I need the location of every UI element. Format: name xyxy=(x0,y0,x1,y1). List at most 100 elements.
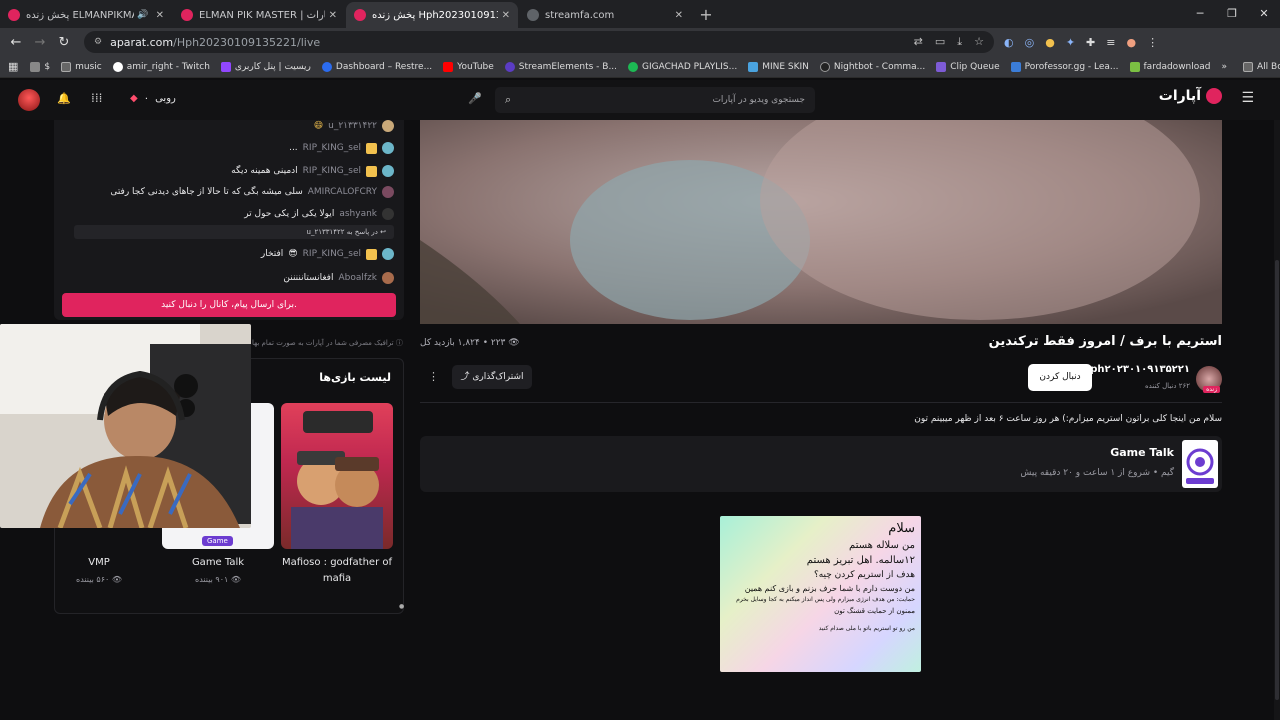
bookmark-item[interactable]: Nightbot - Comma... xyxy=(819,61,925,72)
microphone-icon[interactable]: 🎤 xyxy=(468,92,482,105)
bookmark-item[interactable]: GIGACHAD PLAYLIS... xyxy=(628,61,737,72)
url-input[interactable]: ⚙ aparat.com/Hph20230109135221/live ⇄ ▭ … xyxy=(84,31,994,53)
aparat-logo[interactable]: آپارات xyxy=(1159,88,1222,104)
apps-grid-icon[interactable]: ⁞⁞⁞ xyxy=(91,91,102,105)
live-badge: زنده xyxy=(1203,386,1220,393)
bookmark-item[interactable]: ریسیت | پنل کاربری xyxy=(220,61,311,72)
more-options-icon[interactable]: ⋮ xyxy=(428,370,439,383)
close-tab-icon[interactable]: ✕ xyxy=(502,10,510,21)
all-bookmarks-folder[interactable]: All Bookmarks xyxy=(1243,61,1280,72)
user-avatar xyxy=(382,208,394,220)
bookmark-item[interactable]: StreamElements - B... xyxy=(504,61,617,72)
search-icon[interactable]: ⌕ xyxy=(505,93,511,107)
aparat-header: 🔔 ⁞⁞⁞ ◆ ۰ روبی 🎤 ⌕ جستجوی ویدیو در آپارا… xyxy=(0,80,1280,120)
games-list-title: لیست بازی‌ها xyxy=(319,371,391,384)
bookmark-folder[interactable]: music xyxy=(61,61,102,72)
user-avatar xyxy=(382,142,394,154)
bookmark-item[interactable]: Porofessor.gg - Lea... xyxy=(1010,61,1119,72)
tab-elmanpikmaster-channel[interactable]: ELMAN PIK MASTER | آپارات ✕ xyxy=(173,2,345,28)
cast-icon[interactable]: ▭ xyxy=(935,35,945,49)
back-icon[interactable]: ← xyxy=(4,35,28,50)
notification-bell-icon[interactable]: 🔔 xyxy=(57,92,71,105)
download-icon[interactable]: ⤓ xyxy=(957,35,962,49)
category-name[interactable]: Game Talk xyxy=(1110,446,1174,459)
subscriber-badge-icon xyxy=(366,142,377,154)
extension-icon[interactable]: ● xyxy=(1045,36,1055,49)
extensions-puzzle-icon[interactable]: ✚ xyxy=(1086,36,1095,49)
tab-elmanpikmaster-live[interactable]: پخش زنده ELMANPIKMASTER 🔊 ✕ xyxy=(0,2,172,28)
close-window-icon[interactable]: ✕ xyxy=(1248,0,1280,28)
note-line: سلام xyxy=(888,521,915,536)
bookmark-star-icon[interactable]: ☆ xyxy=(974,35,984,49)
user-avatar xyxy=(382,248,394,260)
emoji-icon: 😎 xyxy=(288,249,298,259)
reload-icon[interactable]: ↻ xyxy=(52,35,76,50)
emoji-icon: 😄 xyxy=(313,121,324,131)
bookmark-item[interactable]: $ xyxy=(30,61,50,72)
game-card-thumbnail[interactable] xyxy=(281,403,393,549)
chat-message: Aboalfzk افغانستانننننن xyxy=(283,272,394,284)
address-bar-row: ← → ↻ ⚙ aparat.com/Hph20230109135221/liv… xyxy=(0,28,1280,56)
channel-name[interactable]: Hph۲۰۲۳۰۱۰۹۱۳۵۲۲۱ xyxy=(1082,364,1190,375)
extension-icon[interactable]: ◐ xyxy=(1004,36,1014,49)
close-tab-icon[interactable]: ✕ xyxy=(156,10,164,21)
share-button[interactable]: ⤴ اشتراک‌گذاری xyxy=(452,365,532,389)
webcam-feed xyxy=(0,324,251,528)
category-thumbnail xyxy=(1182,440,1218,488)
chat-message: RIP_KING_sel 😎 افتخار xyxy=(261,248,394,260)
ruby-icon: ◆ xyxy=(130,93,138,104)
subscriber-badge-icon xyxy=(366,248,377,260)
game-card-title[interactable]: Mafioso : godfather of mafia xyxy=(281,555,393,587)
extension-icon[interactable]: ✦ xyxy=(1066,36,1075,49)
bookmark-item[interactable]: amir_right - Twitch xyxy=(112,61,210,72)
extension-icon[interactable]: ◎ xyxy=(1025,36,1035,49)
menu-kebab-icon[interactable]: ⋮ xyxy=(1147,36,1158,49)
close-tab-icon[interactable]: ✕ xyxy=(675,10,683,21)
follow-channel-button[interactable]: دنبال کردن xyxy=(1028,364,1092,391)
bookmark-item[interactable]: Dashboard – Restre... xyxy=(321,61,432,72)
site-info-icon[interactable]: ⚙ xyxy=(94,37,102,47)
user-avatar[interactable] xyxy=(18,89,40,111)
share-icon: ⤴ xyxy=(460,372,470,382)
webcam-overlay xyxy=(0,324,251,528)
user-avatar xyxy=(382,272,394,284)
translate-icon[interactable]: ⇄ xyxy=(914,35,923,49)
scrollbar-thumb[interactable] xyxy=(1275,260,1279,700)
eye-icon: 👁 xyxy=(111,575,122,584)
scroll-indicator-icon[interactable]: ● xyxy=(399,603,404,610)
speaker-icon[interactable]: 🔊 xyxy=(137,10,148,20)
minimize-icon[interactable]: ─ xyxy=(1184,0,1216,28)
bookmark-item[interactable]: YouTube xyxy=(443,61,494,72)
game-card-title[interactable]: VMP xyxy=(43,555,155,571)
note-line: من سلاله هستم xyxy=(849,540,915,551)
profile-icon[interactable]: ● xyxy=(1126,36,1136,49)
video-player[interactable] xyxy=(420,120,1222,324)
live-chat-panel: u_۲۱۳۳۱۴۲۲ 😄 RIP_KING_sel ... RIP_KING_s… xyxy=(54,120,404,320)
tab-streamfa[interactable]: streamfa.com ✕ xyxy=(519,2,691,28)
follow-to-chat-button[interactable]: برای ارسال پیام، کانال را دنبال کنید. xyxy=(62,293,396,317)
user-avatar xyxy=(382,165,394,177)
game-card-viewers: 👁 ۹۰۱ بیننده xyxy=(195,575,241,584)
bookmark-item[interactable]: MINE SKIN xyxy=(748,61,809,72)
category-meta: گیم • شروع از ۱ ساعت و ۲۰ دقیقه پیش xyxy=(1020,468,1174,478)
category-card[interactable]: Game Talk گیم • شروع از ۱ ساعت و ۲۰ دقیق… xyxy=(420,436,1222,492)
page-scrollbar[interactable] xyxy=(1274,120,1280,720)
chat-message: u_۲۱۳۳۱۴۲۲ 😄 xyxy=(314,120,394,132)
maximize-icon[interactable]: ❐ xyxy=(1216,0,1248,28)
apps-grid-icon[interactable]: ▦ xyxy=(8,60,18,73)
ruby-balance[interactable]: ◆ ۰ روبی xyxy=(130,93,176,104)
more-bookmarks-icon[interactable]: » xyxy=(1222,62,1228,72)
media-control-icon[interactable]: ≡ xyxy=(1106,36,1115,49)
bookmark-item[interactable]: Clip Queue xyxy=(936,61,1000,72)
tab-hph-live[interactable]: پخش زنده Hph20230109135221 ✕ xyxy=(346,2,518,28)
note-line: هدف از استریم کردن چیه؟ xyxy=(813,570,915,580)
game-talk-logo xyxy=(1186,448,1214,484)
menu-icon[interactable]: ☰ xyxy=(1241,90,1254,106)
close-tab-icon[interactable]: ✕ xyxy=(329,10,337,21)
new-tab-button[interactable]: + xyxy=(692,2,720,28)
user-avatar xyxy=(382,186,394,198)
game-card-title[interactable]: Game Talk xyxy=(162,555,274,571)
bookmark-item[interactable]: fardadownload xyxy=(1129,61,1211,72)
search-input[interactable]: ⌕ جستجوی ویدیو در آپارات xyxy=(495,87,815,113)
forward-icon[interactable]: → xyxy=(28,35,52,50)
